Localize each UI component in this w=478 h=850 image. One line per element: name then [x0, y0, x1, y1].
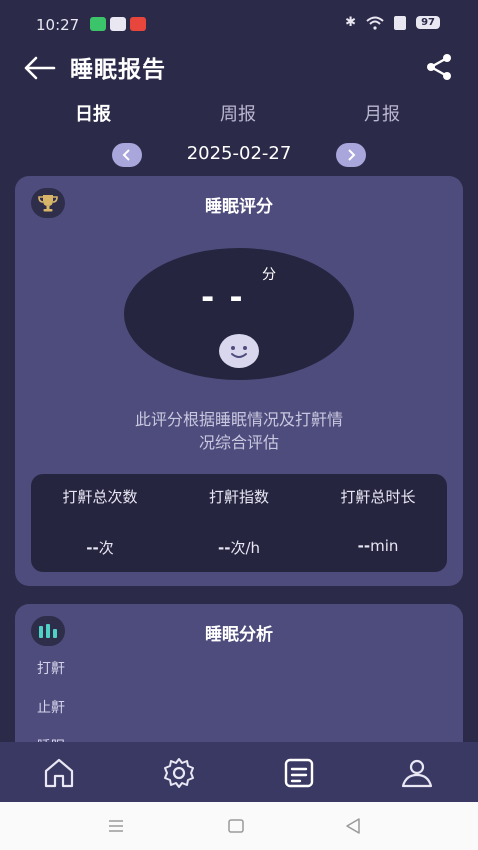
- tab-daily[interactable]: 日报: [75, 100, 111, 126]
- sim-icon: [394, 15, 407, 30]
- tab-monthly[interactable]: 月报: [364, 100, 400, 126]
- stat-number: --: [217, 539, 231, 557]
- status-right: ✱ 97: [345, 15, 440, 30]
- stat-unit: 次: [98, 539, 114, 557]
- report-tabs: 日报 周报 月报: [0, 100, 478, 130]
- stat-unit: min: [370, 537, 399, 555]
- status-bar: 10:27 ✱ 97: [0, 0, 478, 48]
- prev-date-button[interactable]: [112, 143, 142, 167]
- sleep-analysis-title: 睡眠分析: [205, 625, 273, 645]
- stat-number: --: [86, 539, 99, 557]
- user-icon[interactable]: [400, 756, 434, 790]
- app-notification-icon: [90, 17, 106, 31]
- header: 睡眠报告: [0, 48, 478, 88]
- analysis-category-snore: 打鼾: [37, 661, 65, 677]
- stat-value: --min: [309, 537, 447, 555]
- share-icon[interactable]: [424, 52, 454, 82]
- stat-label: 打鼾指数: [208, 488, 269, 506]
- tab-weekly[interactable]: 周报: [220, 100, 256, 126]
- app-notification-icon: [130, 17, 146, 31]
- bottom-navigation: [0, 742, 478, 802]
- system-navigation-bar: [0, 802, 478, 850]
- sleep-score-card: 睡眠评分 - - 分 此评分根据睡眠情况及打鼾情 况综合评估 打鼾总次数 --次…: [15, 176, 463, 586]
- page-title: 睡眠报告: [70, 57, 166, 83]
- score-unit: 分: [262, 267, 276, 283]
- notification-icons: [90, 17, 146, 31]
- stat-total-duration: 打鼾总时长 --min: [309, 474, 447, 572]
- score-display: - - 分: [124, 248, 354, 380]
- stat-value: --次/h: [170, 537, 308, 558]
- wifi-icon: [366, 16, 384, 30]
- bluetooth-icon: ✱: [345, 15, 357, 30]
- analysis-category-stop-snore: 止鼾: [37, 700, 65, 716]
- app-notification-icon: [110, 17, 126, 31]
- sleep-score-title: 睡眠评分: [205, 197, 273, 217]
- chevron-right-icon: [348, 149, 356, 161]
- current-date: 2025-02-27: [186, 143, 292, 164]
- smiley-face-icon: [219, 334, 259, 368]
- back-triangle-icon[interactable]: [343, 816, 363, 836]
- stat-number: --: [357, 537, 371, 555]
- back-arrow-icon[interactable]: [22, 52, 56, 84]
- score-description-line: 况综合评估: [198, 433, 279, 452]
- date-selector: 2025-02-27: [0, 140, 478, 170]
- battery-indicator: 97: [416, 16, 440, 29]
- home-square-icon[interactable]: [226, 816, 246, 836]
- report-icon[interactable]: [282, 756, 316, 790]
- home-icon[interactable]: [42, 756, 76, 790]
- stat-label: 打鼾总时长: [340, 488, 416, 506]
- chevron-left-icon: [122, 149, 130, 161]
- next-date-button[interactable]: [336, 143, 366, 167]
- score-description-line: 此评分根据睡眠情况及打鼾情: [134, 410, 343, 429]
- score-description: 此评分根据睡眠情况及打鼾情 况综合评估: [15, 408, 463, 454]
- stat-unit: 次/h: [230, 539, 260, 557]
- sleep-analysis-card: 睡眠分析 打鼾 止鼾 睡眠: [15, 604, 463, 764]
- gear-icon[interactable]: [162, 756, 196, 790]
- score-value: - -: [201, 278, 245, 316]
- status-time: 10:27: [36, 16, 80, 34]
- stat-index: 打鼾指数 --次/h: [170, 474, 308, 572]
- stat-value: --次: [31, 537, 169, 558]
- stat-total-count: 打鼾总次数 --次: [31, 474, 169, 572]
- menu-icon[interactable]: [106, 816, 126, 836]
- stat-label: 打鼾总次数: [62, 488, 138, 506]
- snore-stats-panel: 打鼾总次数 --次 打鼾指数 --次/h 打鼾总时长 --min: [31, 474, 447, 572]
